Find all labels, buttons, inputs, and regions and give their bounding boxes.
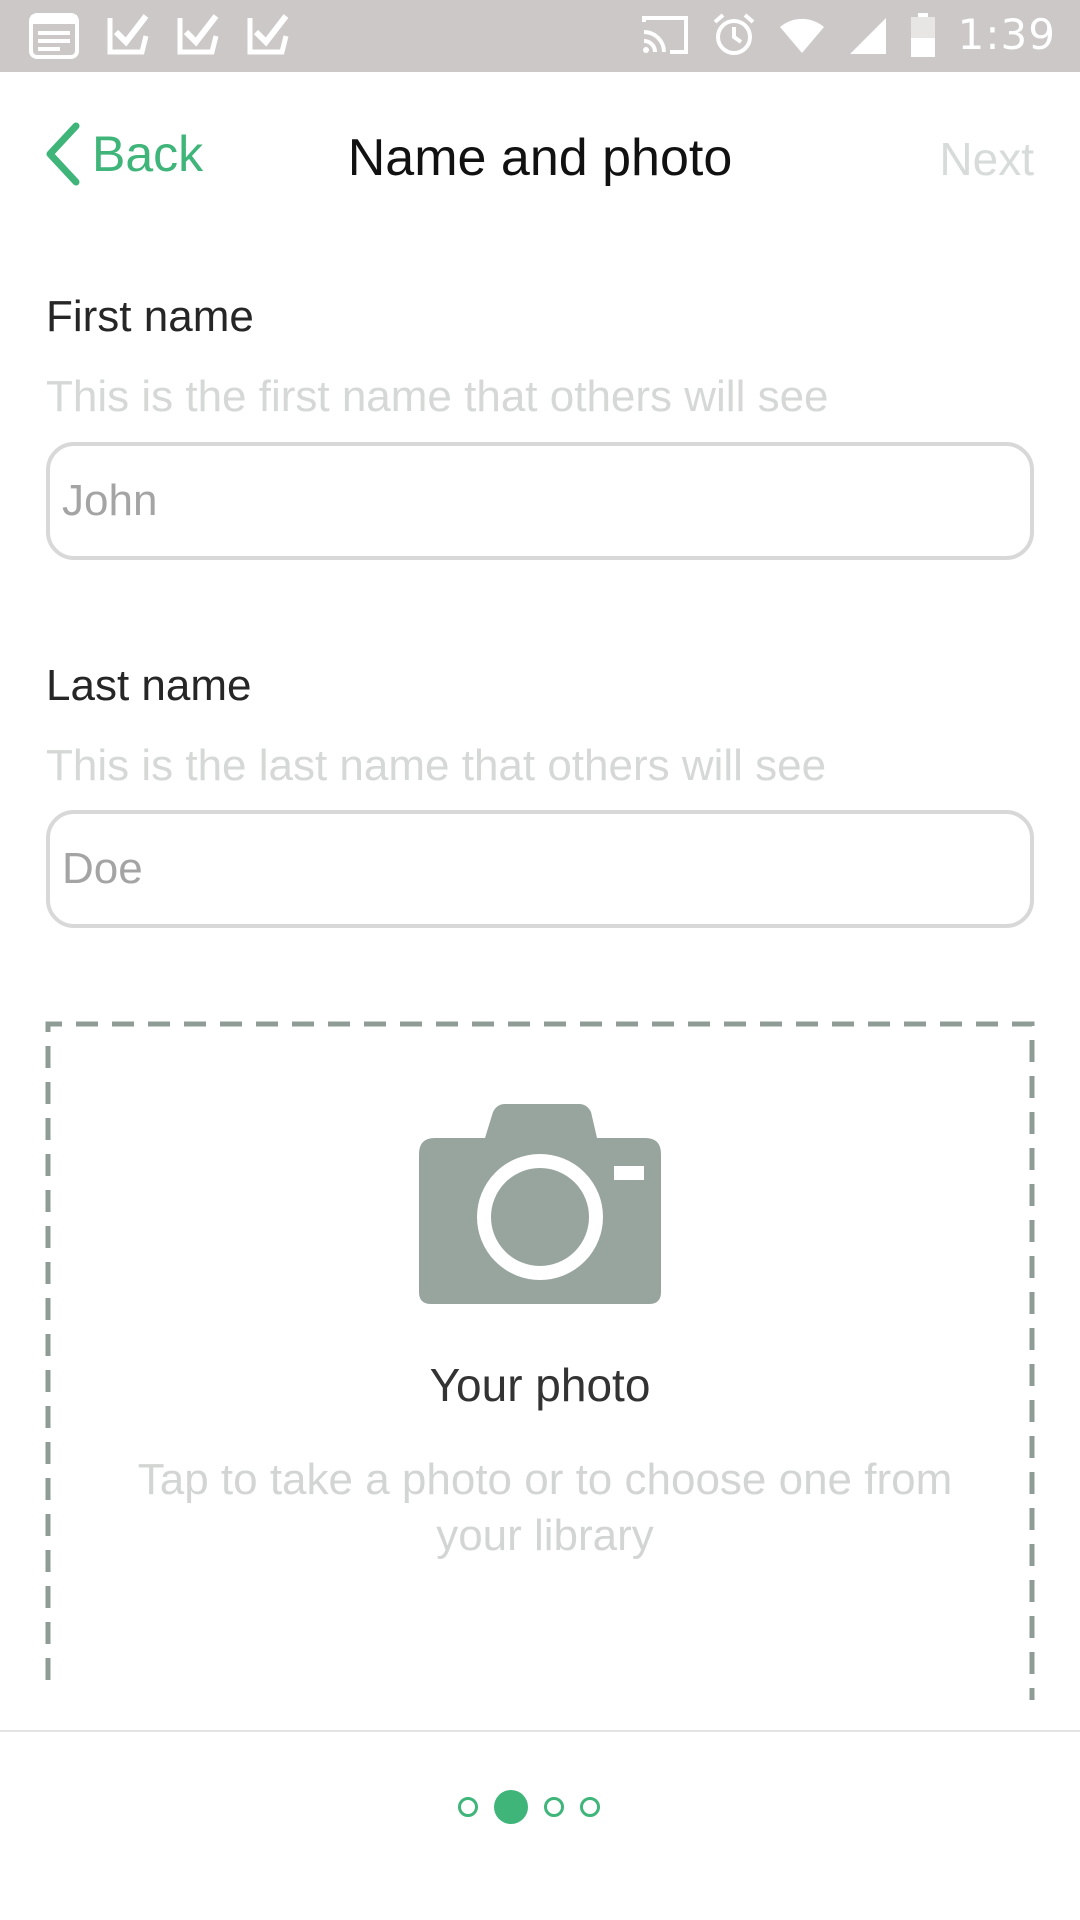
check-icon: [247, 14, 289, 55]
camera-icon: [419, 1104, 661, 1304]
last-name-field[interactable]: [46, 810, 1034, 928]
first-name-input[interactable]: [50, 446, 1030, 556]
notes-icon: [29, 13, 79, 59]
photo-description: Tap to take a photo or to choose one fro…: [137, 1455, 953, 1560]
last-name-label: Last name: [46, 661, 252, 710]
page-title: Name and photo: [347, 129, 733, 187]
status-bar-left-icons: [28, 12, 290, 60]
check-icon: [177, 14, 219, 55]
cast-icon: [641, 15, 688, 54]
battery-icon: [910, 12, 935, 57]
footer-divider: [0, 1730, 1080, 1732]
page-dot: [544, 1797, 564, 1817]
next-button[interactable]: Next: [939, 132, 1034, 186]
first-name-label: First name: [46, 292, 254, 341]
photo-title: Your photo: [429, 1359, 651, 1411]
alarm-icon: [713, 12, 754, 55]
check-icon: [107, 14, 149, 55]
page-dot: [580, 1797, 600, 1817]
wifi-icon: [779, 18, 824, 53]
status-bar: 1:39: [0, 0, 1080, 72]
signal-icon: [849, 17, 886, 54]
navigation-bar: Back Name and photo Next: [0, 72, 1080, 244]
first-name-field[interactable]: [46, 442, 1034, 560]
status-time: 1:39: [957, 10, 1056, 59]
page-indicator: [458, 1790, 600, 1824]
page-dot: [458, 1797, 478, 1817]
last-name-input[interactable]: [50, 814, 1030, 924]
page-dot-active: [494, 1790, 528, 1824]
first-name-hint: This is the first name that others will …: [46, 372, 829, 421]
status-bar-right-icons: 1:39: [640, 10, 1056, 59]
last-name-hint: This is the last name that others will s…: [46, 741, 827, 790]
